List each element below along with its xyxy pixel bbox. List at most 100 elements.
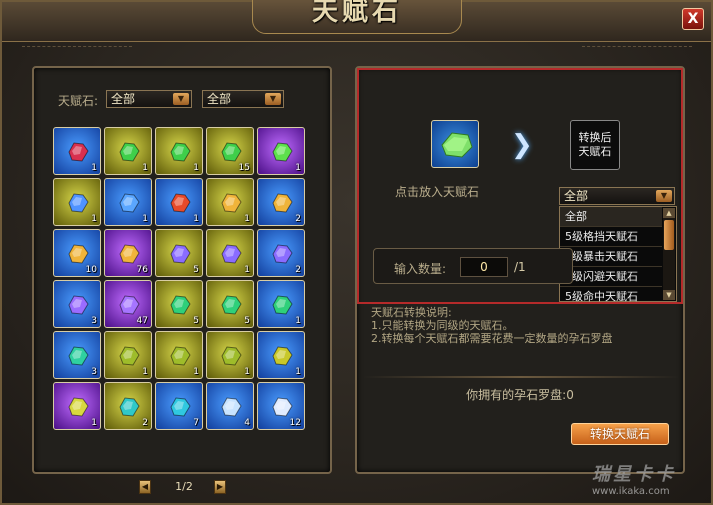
item-count: 5 (193, 265, 199, 275)
chevron-down-icon: ▼ (173, 93, 189, 105)
inventory-slot[interactable]: 1 (104, 331, 152, 379)
inventory-slot[interactable]: 1 (155, 178, 203, 226)
watermark-text: 瑞星卡卡 (592, 464, 676, 485)
target-label-line1: 转换后 (578, 131, 612, 144)
inventory-slot[interactable]: 4 (206, 382, 254, 430)
conversion-box: ❯ 转换后 天赋石 点击放入天赋石 全部 ▼ 全部 5级格挡天赋石 5级暴击天赋… (357, 68, 683, 304)
item-count: 1 (193, 163, 199, 173)
gem-icon (272, 244, 293, 264)
gem-icon (221, 244, 242, 264)
description-line-2: 2.转换每个天赋石都需要花费一定数量的孕石罗盘 (371, 332, 613, 345)
item-count: 1 (244, 367, 250, 377)
inventory-slot[interactable]: 1 (53, 127, 101, 175)
target-type-value: 全部 (564, 189, 589, 203)
inventory-slot[interactable]: 1 (206, 178, 254, 226)
inventory-slot[interactable]: 76 (104, 229, 152, 277)
ornament-right (582, 46, 692, 58)
gem-icon (170, 346, 191, 366)
dropdown-option[interactable]: 5级命中天赋石 (560, 287, 662, 307)
close-button[interactable]: X (682, 8, 704, 30)
dropdown-scrollbar[interactable]: ▲ ▼ (663, 208, 675, 300)
scroll-thumb[interactable] (664, 220, 674, 250)
description-line-1: 1.只能转换为同级的天赋石。 (371, 319, 514, 332)
target-type-select[interactable]: 全部 ▼ (559, 187, 675, 205)
inventory-slot[interactable]: 2 (257, 178, 305, 226)
gem-icon (68, 193, 89, 213)
item-count: 15 (238, 163, 250, 173)
inventory-slot[interactable]: 12 (257, 382, 305, 430)
item-count: 4 (244, 418, 250, 428)
inventory-slot[interactable]: 3 (53, 280, 101, 328)
dropdown-option[interactable]: 全部 (560, 207, 662, 227)
gem-icon (119, 142, 140, 162)
inventory-slot[interactable]: 1 (53, 382, 101, 430)
inventory-slot[interactable]: 1 (206, 229, 254, 277)
talent-stone-window: 天赋石 X 天赋石: 全部 ▼ 全部 ▼ 1 1 1 15 1 1 1 1 1 2 10 76 5 1 2 3… (0, 0, 713, 505)
filter-select-1[interactable]: 全部 ▼ (106, 90, 192, 108)
dropdown-option[interactable]: 5级格挡天赋石 (560, 227, 662, 247)
filter-select-2-value: 全部 (207, 92, 232, 106)
item-count: 1 (295, 316, 301, 326)
convert-button[interactable]: 转换天赋石 (571, 423, 669, 445)
gem-icon (68, 397, 89, 417)
next-page-button[interactable]: ▶ (214, 480, 226, 494)
inventory-slot[interactable]: 1 (104, 127, 152, 175)
item-count: 3 (91, 316, 97, 326)
gem-icon (68, 346, 89, 366)
source-stone-slot[interactable] (431, 120, 479, 168)
chevron-down-icon: ▼ (265, 93, 281, 105)
inventory-slot[interactable]: 1 (155, 331, 203, 379)
item-count: 47 (136, 316, 148, 326)
inventory-slot[interactable]: 47 (104, 280, 152, 328)
gem-icon (119, 295, 140, 315)
inventory-slot[interactable]: 1 (206, 331, 254, 379)
gem-icon (68, 142, 89, 162)
gem-icon (272, 193, 293, 213)
inventory-slot[interactable]: 3 (53, 331, 101, 379)
inventory-slot[interactable]: 15 (206, 127, 254, 175)
pager: ◀ 1/2 ▶ (139, 480, 229, 496)
inventory-slot[interactable]: 7 (155, 382, 203, 430)
item-count: 3 (91, 367, 97, 377)
inventory-slot[interactable]: 1 (155, 127, 203, 175)
item-count: 1 (244, 265, 250, 275)
inventory-slot[interactable]: 2 (104, 382, 152, 430)
item-count: 1 (142, 214, 148, 224)
gem-icon (272, 397, 293, 417)
prev-page-button[interactable]: ◀ (139, 480, 151, 494)
gem-icon (170, 244, 191, 264)
filter-select-2[interactable]: 全部 ▼ (202, 90, 284, 108)
item-count: 1 (142, 163, 148, 173)
quantity-max: /1 (514, 260, 526, 274)
item-count: 7 (193, 418, 199, 428)
target-label-line2: 天赋石 (578, 145, 612, 158)
target-type-dropdown: 全部 5级格挡天赋石 5级暴击天赋石 5级闪避天赋石 5级命中天赋石 ▲ ▼ (559, 206, 677, 303)
inventory-slot[interactable]: 1 (257, 127, 305, 175)
divider (363, 376, 679, 378)
place-stone-hint: 点击放入天赋石 (395, 185, 480, 199)
inventory-slot[interactable]: 1 (257, 280, 305, 328)
dropdown-option[interactable]: 5级暴击天赋石 (560, 247, 662, 267)
scroll-up-icon[interactable]: ▲ (663, 208, 675, 218)
gem-icon (119, 193, 140, 213)
dropdown-option[interactable]: 5级闪避天赋石 (560, 267, 662, 287)
item-count: 1 (295, 367, 301, 377)
inventory-slot[interactable]: 1 (53, 178, 101, 226)
inventory-slot[interactable]: 5 (206, 280, 254, 328)
inventory-slot[interactable]: 1 (257, 331, 305, 379)
inventory-slot[interactable]: 5 (155, 229, 203, 277)
inventory-slot[interactable]: 10 (53, 229, 101, 277)
item-count: 5 (193, 316, 199, 326)
item-count: 1 (193, 214, 199, 224)
gem-icon (119, 397, 140, 417)
item-count: 1 (193, 367, 199, 377)
title-plaque: 天赋石 (252, 0, 462, 34)
quantity-input[interactable]: 0 (460, 257, 508, 277)
inventory-slot[interactable]: 2 (257, 229, 305, 277)
scroll-down-icon[interactable]: ▼ (663, 290, 675, 300)
window-title: 天赋石 (311, 0, 402, 27)
inventory-slot[interactable]: 5 (155, 280, 203, 328)
inventory-slot[interactable]: 1 (104, 178, 152, 226)
item-count: 1 (91, 163, 97, 173)
gem-icon (221, 193, 242, 213)
